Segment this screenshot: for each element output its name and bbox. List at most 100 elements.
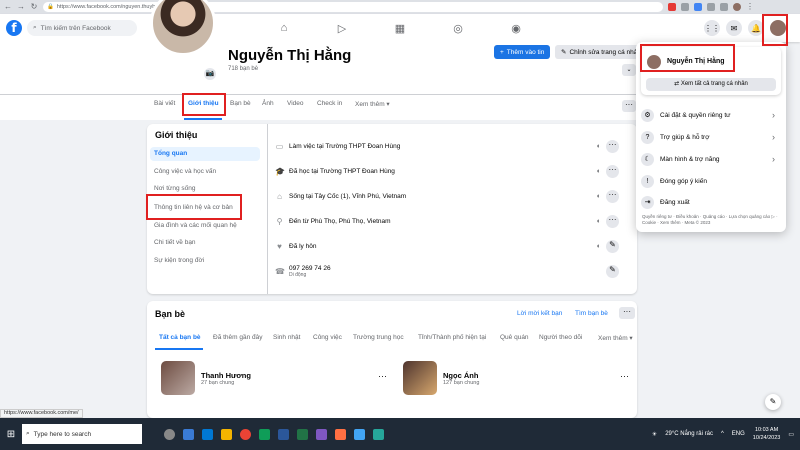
tab-more[interactable]: Xem thêm ▾	[355, 100, 390, 108]
tab-about[interactable]: Giới thiệu	[188, 100, 219, 107]
privacy-globe-icon[interactable]: ◐	[597, 218, 601, 225]
menu-item-help[interactable]: ? Trợ giúp & hỗ trợ ›	[641, 128, 781, 146]
edit-pencil-icon[interactable]: ✎	[606, 239, 619, 253]
friend-options-icon[interactable]: ···	[378, 371, 387, 381]
friend-avatar[interactable]	[403, 361, 437, 395]
row-options-icon[interactable]: ···	[606, 189, 619, 203]
more-options-icon[interactable]: ···	[622, 100, 636, 112]
gaming-tab-icon[interactable]: ◉	[487, 14, 545, 42]
tab-posts[interactable]: Bài viết	[154, 100, 175, 107]
weather-icon[interactable]: ☀	[652, 431, 657, 438]
tab-all-friends[interactable]: Tất cả bạn bè	[159, 334, 201, 341]
video-tab-icon[interactable]: ▷	[313, 14, 371, 42]
camera-icon[interactable]: 📷	[204, 68, 216, 80]
facebook-logo-icon[interactable]: f	[6, 20, 22, 36]
tab-friends[interactable]: Bạn bè	[230, 100, 251, 107]
add-to-story-button[interactable]: + Thêm vào tin	[494, 45, 551, 59]
account-avatar-button[interactable]	[770, 20, 786, 36]
tab-birthdays[interactable]: Sinh nhật	[273, 334, 300, 341]
friend-avatar[interactable]	[161, 361, 195, 395]
edit-pencil-icon[interactable]: ✎	[606, 264, 619, 278]
edge-icon[interactable]	[202, 428, 213, 440]
friend-options-icon[interactable]: ···	[620, 371, 629, 381]
friend-requests-link[interactable]: Lời mời kết bạn	[517, 310, 562, 317]
row-options-icon[interactable]: ···	[606, 164, 619, 178]
messenger-icon[interactable]: ✉	[726, 20, 742, 36]
extension-icon[interactable]	[668, 3, 676, 11]
taskbar-search-input[interactable]: ⌕ Type here to search	[22, 424, 142, 444]
language-indicator[interactable]: ENG	[732, 431, 745, 437]
about-section-overview[interactable]: Tổng quan	[150, 147, 260, 161]
friend-name[interactable]: Thanh Hương	[201, 371, 251, 380]
browser-profile-icon[interactable]	[733, 3, 741, 11]
home-tab-icon[interactable]: ⌂	[255, 14, 313, 42]
friends-count[interactable]: 718 bạn bè	[228, 66, 258, 72]
about-section-details[interactable]: Chi tiết về bạn	[150, 236, 260, 250]
row-options-icon[interactable]: ···	[606, 214, 619, 228]
notifications-bell-icon[interactable]: 🔔	[748, 20, 764, 36]
tab-high-school[interactable]: Trường trung học	[353, 334, 404, 341]
privacy-globe-icon[interactable]: ◐	[597, 193, 601, 200]
about-section-contact-basic[interactable]: Thông tin liên hệ và cơ bản	[150, 201, 260, 215]
about-section-family[interactable]: Gia đình và các mối quan hệ	[150, 219, 260, 233]
forward-icon[interactable]: →	[17, 3, 25, 11]
menu-item-feedback[interactable]: ! Đóng góp ý kiến	[641, 172, 781, 190]
tab-followers[interactable]: Người theo dõi	[539, 334, 582, 341]
app-icon[interactable]	[354, 428, 365, 440]
app-icon[interactable]	[316, 428, 327, 440]
back-icon[interactable]: ←	[4, 3, 12, 11]
word-icon[interactable]	[278, 428, 289, 440]
excel-icon[interactable]	[297, 428, 308, 440]
groups-tab-icon[interactable]: ◎	[429, 14, 487, 42]
menu-item-logout[interactable]: ⇥ Đăng xuất	[641, 193, 781, 211]
tab-hometown[interactable]: Quê quán	[500, 334, 529, 341]
privacy-globe-icon[interactable]: ◐	[597, 143, 601, 150]
edit-profile-button[interactable]: ✎ Chỉnh sửa trang cá nhân	[555, 45, 648, 59]
reload-icon[interactable]: ↻	[30, 3, 38, 11]
app-icon[interactable]	[335, 428, 346, 440]
tab-recent[interactable]: Đã thêm gần đây	[213, 334, 263, 341]
marketplace-tab-icon[interactable]: ▦	[371, 14, 429, 42]
tab-work[interactable]: Công việc	[313, 334, 342, 341]
tab-current-city[interactable]: Tỉnh/Thành phố hiện tại	[418, 334, 486, 341]
see-all-profiles-button[interactable]: ⇄ Xem tất cả trang cá nhân	[646, 78, 776, 91]
menu-item-settings[interactable]: ⚙ Cài đặt & quyền riêng tư ›	[641, 106, 781, 124]
notification-center-icon[interactable]: ▭	[788, 431, 794, 438]
tab-photos[interactable]: Ảnh	[262, 100, 274, 107]
row-options-icon[interactable]: ···	[606, 139, 619, 153]
tray-chevron-icon[interactable]: ^	[721, 431, 724, 437]
app-icon[interactable]	[183, 428, 194, 440]
menu-grid-icon[interactable]: ⋮⋮	[704, 20, 720, 36]
address-bar[interactable]: 🔒 https://www.facebook.com/nguyen.thuyha…	[43, 2, 663, 12]
windows-start-icon[interactable]: ⊞	[0, 429, 22, 440]
clock[interactable]: 10:03 AM 10/24/2023	[753, 426, 781, 442]
about-section-life-events[interactable]: Sự kiện trong đời	[150, 254, 260, 268]
menu-item-display[interactable]: ☾ Màn hình & trợ năng ›	[641, 150, 781, 168]
friends-more-icon[interactable]: ···	[619, 307, 635, 319]
puzzle-icon[interactable]	[707, 3, 715, 11]
friend-item[interactable]: Ngọc Ánh 127 bạn chung ···	[403, 361, 633, 397]
find-friends-link[interactable]: Tìm bạn bè	[575, 310, 608, 317]
app-icon[interactable]	[373, 428, 384, 440]
chrome-icon[interactable]	[240, 428, 251, 440]
friend-name[interactable]: Ngọc Ánh	[443, 371, 478, 380]
dropdown-profile-card[interactable]: Nguyễn Thị Hằng ⇄ Xem tất cả trang cá nh…	[641, 47, 781, 95]
tab-videos[interactable]: Video	[287, 100, 304, 107]
tab-checkins[interactable]: Check in	[317, 100, 342, 107]
compose-edit-icon[interactable]: ✎	[765, 394, 781, 410]
kebab-menu-icon[interactable]: ⋮	[746, 3, 754, 11]
about-section-places-lived[interactable]: Nơi từng sống	[150, 182, 260, 196]
app-icon[interactable]	[259, 428, 270, 440]
chevron-down-icon[interactable]: ⌄	[622, 64, 636, 76]
privacy-globe-icon[interactable]: ◐	[597, 243, 601, 250]
about-section-work-education[interactable]: Công việc và học vấn	[150, 165, 260, 179]
privacy-globe-icon[interactable]: ◐	[597, 168, 601, 175]
search-input[interactable]: ⌕ Tìm kiếm trên Facebook	[27, 20, 137, 36]
file-explorer-icon[interactable]	[221, 428, 232, 440]
dropdown-footer[interactable]: Quyền riêng tư · Điều khoản · Quảng cáo …	[642, 214, 780, 226]
friend-item[interactable]: Thanh Hương 27 bạn chung ···	[161, 361, 391, 397]
tab-see-more[interactable]: Xem thêm ▾	[598, 334, 633, 342]
weather-text[interactable]: 29°C Nắng rải rác	[665, 431, 713, 437]
sidebar-icon[interactable]	[720, 3, 728, 11]
extension-icon[interactable]	[694, 3, 702, 11]
